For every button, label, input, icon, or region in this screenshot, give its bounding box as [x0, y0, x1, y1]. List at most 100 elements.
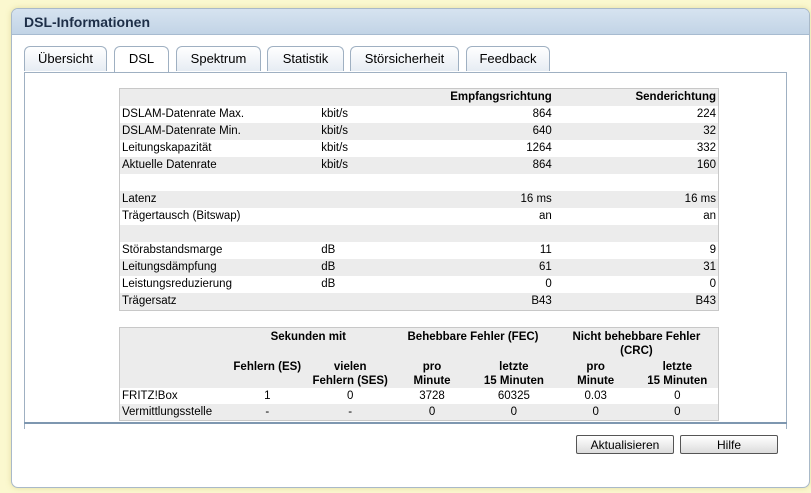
dsl-info-window: DSL-Informationen Übersicht DSL Spektrum… — [11, 8, 810, 488]
cell-crc-min: 0 — [592, 406, 599, 418]
row-up: 32 — [703, 125, 716, 137]
row-down: 864 — [532, 159, 552, 171]
row-unit: dB — [321, 261, 336, 273]
tab-uebersicht[interactable]: Übersicht — [24, 46, 107, 71]
header-seconds: Sekunden mit — [270, 331, 346, 343]
cell-ses: - — [348, 406, 353, 418]
tab-stoersicherheit[interactable]: Störsicherheit — [350, 46, 459, 71]
header-crc-min-line2: Minute — [577, 375, 615, 387]
header-es: Fehlern (ES) — [233, 361, 302, 373]
header-fec-min-line2: Minute — [413, 375, 451, 387]
table-row — [119, 174, 719, 191]
row-label — [120, 174, 320, 191]
row-unit: dB — [321, 244, 336, 256]
header-crc: Nicht behebbare Fehler (CRC) — [555, 328, 719, 359]
table-row: Aktuelle Datenrate kbit/s 864 160 — [119, 157, 719, 174]
help-button[interactable]: Hilfe — [680, 435, 778, 454]
table-row: Leistungsreduzierung dB 0 0 — [119, 276, 719, 293]
row-up: an — [703, 210, 716, 222]
row-label: Leistungsreduzierung — [122, 278, 232, 290]
table-row: FRITZ!Box 1 0 3728 60325 0.03 0 — [120, 388, 719, 404]
row-label: Aktuelle Datenrate — [122, 159, 217, 171]
header-fec: Behebbare Fehler (FEC) — [407, 331, 539, 343]
header-crc-line2: (CRC) — [620, 345, 653, 357]
row-label: Vermittlungsstelle — [122, 406, 213, 418]
table-row: Trägersatz B43 B43 — [119, 293, 719, 311]
cell-fec-15: 60325 — [497, 390, 530, 402]
header-downstream: Empfangsrichtung — [450, 91, 552, 103]
row-unit: kbit/s — [321, 159, 349, 171]
header-crc-line1: Nicht behebbare Fehler — [572, 331, 701, 343]
footer-divider — [24, 422, 787, 424]
header-crc-min: pro Minute — [555, 358, 637, 388]
row-label: Trägertausch (Bitswap) — [122, 210, 241, 222]
table-row: DSLAM-Datenrate Min. kbit/s 640 32 — [119, 123, 719, 140]
cell-fec-min: 3728 — [419, 390, 445, 402]
row-label: Leitungskapazität — [122, 142, 212, 154]
row-down: 11 — [539, 244, 552, 256]
table-row: Latenz 16 ms 16 ms — [119, 191, 719, 208]
cell-es: 1 — [264, 390, 271, 402]
tab-spektrum[interactable]: Spektrum — [176, 46, 261, 71]
tab-feedback[interactable]: Feedback — [466, 46, 550, 71]
row-unit: kbit/s — [321, 125, 349, 137]
row-label — [120, 225, 320, 242]
row-unit: dB — [321, 278, 336, 290]
header-ses-line1: vielen — [333, 361, 367, 373]
row-down — [389, 174, 554, 191]
row-label: Latenz — [122, 193, 157, 205]
row-down: an — [539, 210, 552, 222]
table-row: Vermittlungsstelle - - 0 0 0 0 — [119, 404, 719, 421]
row-up: 0 — [709, 278, 716, 290]
row-up: 16 ms — [684, 193, 716, 205]
cell-fec-15: 0 — [510, 406, 518, 418]
header-fec-min: pro Minute — [391, 358, 473, 388]
row-up: 160 — [696, 159, 716, 171]
header-fec-15: letzte 15 Minuten — [473, 358, 555, 388]
row-label: Störabstandsmarge — [122, 244, 223, 256]
dsl-info-table: Empfangsrichtung Senderichtung DSLAM-Dat… — [119, 88, 719, 311]
header-upstream: Senderichtung — [635, 91, 716, 103]
table-row: DSLAM-Datenrate Max. kbit/s 864 224 — [119, 106, 719, 123]
row-up: 332 — [696, 142, 716, 154]
row-unit — [319, 225, 389, 242]
row-unit — [319, 191, 389, 208]
row-down: 864 — [532, 108, 552, 120]
cell-fec-min: 0 — [428, 406, 436, 418]
row-label: Trägersatz — [122, 295, 177, 307]
row-label: FRITZ!Box — [122, 390, 178, 402]
row-down: 0 — [545, 278, 552, 290]
row-label: Leitungsdämpfung — [122, 261, 217, 273]
header-ses: vielen Fehlern (SES) — [309, 358, 391, 388]
cell-es: - — [265, 406, 270, 418]
cell-crc-min: 0.03 — [584, 390, 607, 402]
header-fec-15-line2: 15 Minuten — [483, 375, 544, 387]
table-header-row: Empfangsrichtung Senderichtung — [119, 88, 719, 106]
row-up — [554, 225, 719, 242]
row-down: 640 — [532, 125, 552, 137]
row-down: 16 ms — [520, 193, 552, 205]
cell-ses: 0 — [346, 390, 354, 402]
error-sub-header-row: Fehlern (ES) vielen Fehlern (SES) pro Minu… — [119, 358, 719, 388]
header-fec-min-line1: pro — [422, 361, 442, 373]
tab-dsl[interactable]: DSL — [114, 46, 169, 74]
table-row — [119, 225, 719, 242]
row-down — [389, 225, 554, 242]
header-crc-15-line1: letzte — [662, 361, 692, 373]
row-unit: kbit/s — [321, 108, 349, 120]
refresh-button[interactable]: Aktualisieren — [576, 435, 674, 454]
table-row: Trägertausch (Bitswap) an an — [119, 208, 719, 225]
row-unit: kbit/s — [321, 142, 349, 154]
row-up: 224 — [696, 108, 716, 120]
row-unit — [319, 208, 389, 225]
header-crc-15-line2: 15 Minuten — [647, 375, 708, 387]
row-label: DSLAM-Datenrate Max. — [122, 108, 245, 120]
row-up: 31 — [703, 261, 716, 273]
table-row: Störabstandsmarge dB 11 9 — [119, 242, 719, 259]
error-group-header-row: Sekunden mit Behebbare Fehler (FEC) Nich… — [119, 327, 719, 359]
row-unit — [319, 174, 389, 191]
tab-statistik[interactable]: Statistik — [267, 46, 344, 71]
window-title: DSL-Informationen — [12, 9, 809, 35]
cell-crc-15: 0 — [674, 390, 681, 402]
table-row: Leitungskapazität kbit/s 1264 332 — [119, 140, 719, 157]
